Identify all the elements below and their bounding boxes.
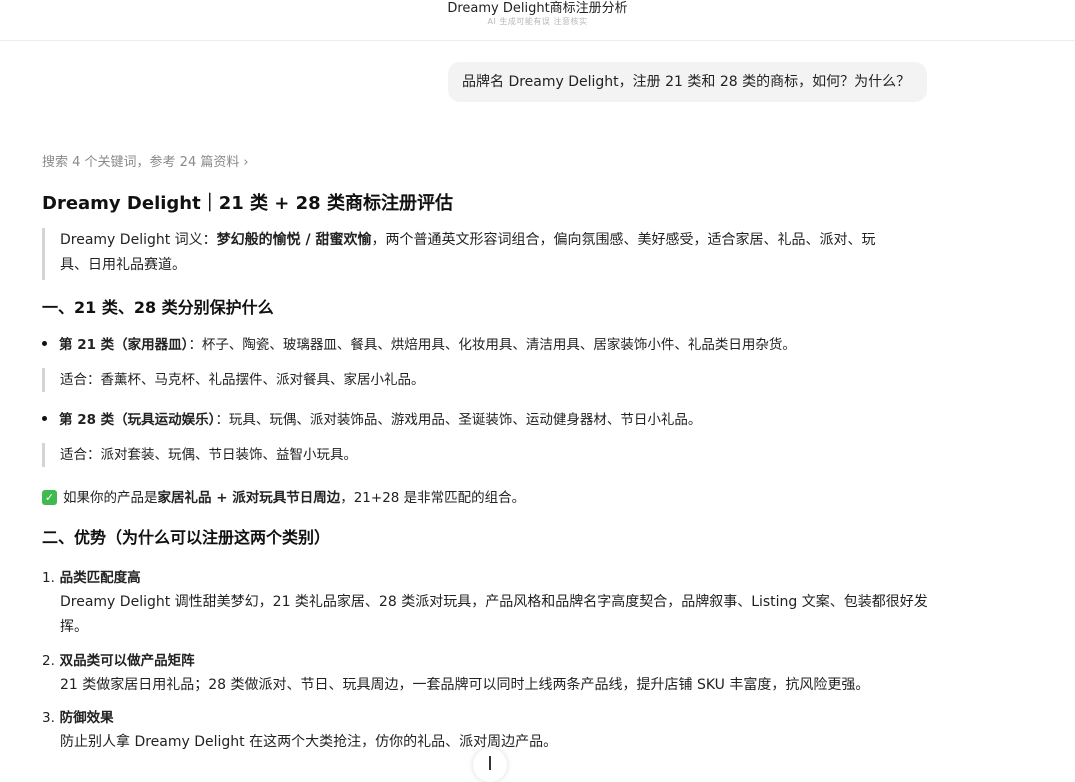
class21-label: 第 21 类（家用器皿）: [59, 337, 189, 353]
user-message-bubble: 品牌名 Dreamy Delight，注册 21 类和 28 类的商标，如何？为…: [448, 62, 927, 102]
item-title: 防御效果: [59, 710, 114, 726]
scroll-down-button[interactable]: [473, 748, 507, 782]
search-summary-toggle[interactable]: 搜索 4 个关键词，参考 24 篇资料 ›: [42, 151, 249, 170]
class28-text: ：玩具、玩偶、派对装饰品、游戏用品、圣诞装饰、运动健身器材、节日小礼品。: [215, 412, 702, 428]
intro-prefix: Dreamy Delight 词义：: [60, 232, 217, 248]
section2-heading: 二、优势（为什么可以注册这两个类别）: [42, 528, 331, 547]
bullet-dot: [42, 340, 47, 346]
class21-text: ：杯子、陶瓷、玻璃器皿、餐具、烘焙用具、化妆用具、清洁用具、居家装饰小件、礼品类…: [188, 337, 796, 353]
class28-label: 第 28 类（玩具运动娱乐）: [59, 412, 216, 428]
conclusion-line: ✓ 如果你的产品是家居礼品 + 派对玩具节日周边，21+28 是非常匹配的组合。: [42, 486, 525, 506]
item-body: Dreamy Delight 调性甜美梦幻，21 类礼品家居、28 类派对玩具，…: [60, 594, 928, 635]
conversation-title: Dreamy Delight商标注册分析: [447, 1, 628, 16]
item-number: 2.: [42, 653, 55, 669]
conclusion-bold: 家居礼品 + 派对玩具节日周边: [157, 490, 341, 506]
advantage-item-2: 2. 双品类可以做产品矩阵 21 类做家居日用礼品；28 类做派对、节日、玩具周…: [42, 649, 932, 698]
bullet-class-28: 第 28 类（玩具运动娱乐）：玩具、玩偶、派对装饰品、游戏用品、圣诞装饰、运动健…: [42, 408, 701, 428]
ai-disclaimer: AI 生成可能有误 注意核实: [487, 17, 588, 26]
top-bar: Dreamy Delight商标注册分析 AI 生成可能有误 注意核实: [0, 0, 1075, 41]
scroll-down-icon: [489, 756, 491, 770]
item-number: 3.: [42, 710, 55, 726]
chevron-right-icon: ›: [243, 155, 249, 170]
section1-heading: 一、21 类、28 类分别保护什么: [42, 298, 274, 317]
intro-quote: Dreamy Delight 词义：梦幻般的愉悦 / 甜蜜欢愉，两个普通英文形容…: [42, 228, 902, 280]
bullet-dot: [42, 415, 47, 421]
check-mark-icon: ✓: [42, 489, 57, 505]
item-title: 双品类可以做产品矩阵: [59, 653, 195, 669]
item-body: 21 类做家居日用礼品；28 类做派对、节日、玩具周边，一套品牌可以同时上线两条…: [60, 677, 870, 693]
conclusion-rest: ，21+28 是非常匹配的组合。: [340, 490, 526, 506]
answer-title: Dreamy Delight｜21 类 + 28 类商标注册评估: [42, 193, 453, 214]
conclusion-prefix: 如果你的产品是: [63, 490, 158, 506]
search-summary-text: 搜索 4 个关键词，参考 24 篇资料: [42, 155, 240, 170]
item-title: 品类匹配度高: [59, 570, 141, 586]
class21-fit-quote: 适合：香薰杯、马克杯、礼品摆件、派对餐具、家居小礼品。: [42, 368, 425, 392]
advantage-item-1: 1. 品类匹配度高 Dreamy Delight 调性甜美梦幻，21 类礼品家居…: [42, 566, 932, 640]
intro-bold: 梦幻般的愉悦 / 甜蜜欢愉: [216, 232, 372, 248]
class28-fit-quote: 适合：派对套装、玩偶、节日装饰、益智小玩具。: [42, 443, 357, 467]
item-number: 1.: [42, 570, 55, 586]
bullet-class-21: 第 21 类（家用器皿）：杯子、陶瓷、玻璃器皿、餐具、烘焙用具、化妆用具、清洁用…: [42, 333, 796, 353]
